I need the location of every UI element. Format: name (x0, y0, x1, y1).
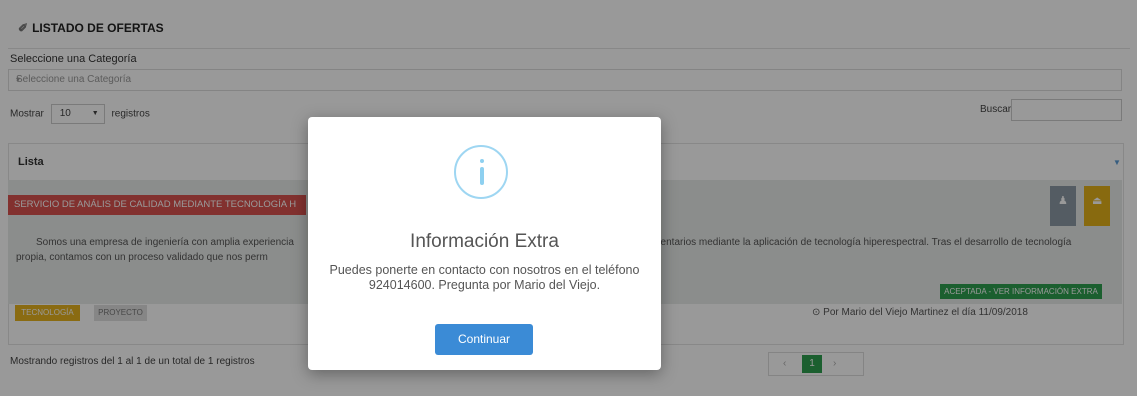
modal-title: Información Extra (410, 231, 559, 252)
continue-button[interactable]: Continuar (435, 324, 533, 355)
info-icon-dot (480, 159, 484, 163)
info-modal: Información Extra Puedes ponerte en cont… (308, 117, 661, 370)
info-icon (454, 145, 508, 199)
info-icon-bar (480, 167, 484, 185)
modal-text: Puedes ponerte en contacto con nosotros … (329, 263, 640, 292)
